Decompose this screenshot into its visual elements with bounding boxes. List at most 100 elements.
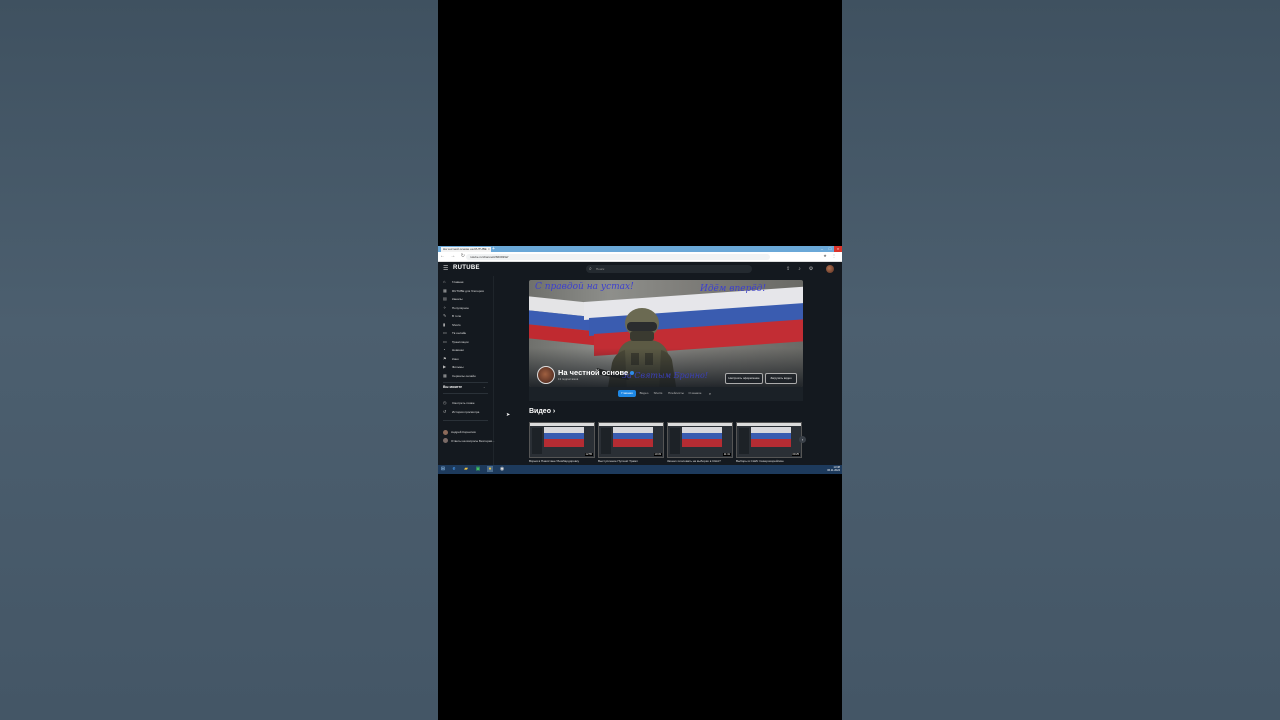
history-icon: ↺ (443, 408, 447, 414)
tab-playlists[interactable]: Плейлисты (667, 390, 685, 397)
sidebar-divider (443, 393, 488, 394)
site-header: ☰ RUTUBE ⌕ Поиск ⇪ ♪ ⚙ (438, 262, 842, 276)
next-arrow-icon[interactable]: › (799, 436, 806, 443)
series-icon: ▦ (443, 372, 447, 378)
mouse-cursor-icon: ➤ (506, 412, 511, 418)
banner-text-bottom: За Святым Бранно! (622, 371, 708, 380)
banner-text-left: С правдой на устах! (535, 282, 634, 292)
tab-videos[interactable]: Видео (638, 390, 650, 397)
nav-buttons[interactable]: ← → ↻ (440, 253, 467, 259)
chrome-icon[interactable]: ● (487, 466, 493, 472)
rutube-logo[interactable]: RUTUBE (453, 265, 480, 271)
sidebar-item-shorts[interactable]: ▮ Shorts (443, 321, 461, 328)
tab-home[interactable]: Главная (618, 390, 636, 397)
videos-heading-text: Видео (529, 408, 551, 415)
search-input[interactable]: ⌕ Поиск (586, 265, 752, 273)
tab-about[interactable]: О канале (687, 390, 703, 397)
folder-icon[interactable]: ▰ (463, 466, 469, 472)
avatar (443, 438, 448, 444)
tab-title: На честной основе на RUTUBE (443, 247, 487, 251)
video-title[interactable]: Выступление Путина! Трамп (598, 459, 664, 463)
sidebar-item-tv[interactable]: ▭ Тв онлайн (443, 329, 466, 336)
video-thumbnail[interactable]: 11:41 (667, 422, 733, 458)
sidebar-item-label: RUTUBE для блогеров (452, 288, 484, 293)
shorts-icon: ▮ (443, 321, 446, 327)
sidebar-item-label: Shorts (452, 322, 461, 327)
chevron-down-icon[interactable]: ⌄ (483, 385, 486, 389)
left-backdrop (0, 0, 438, 720)
channel-avatar[interactable] (537, 366, 555, 384)
sidebar-item-popular[interactable]: ✧ Популярное (443, 304, 469, 311)
stream-icon: ▭ (443, 338, 447, 344)
header-actions: ⇪ ♪ ⚙ (786, 266, 813, 272)
notifications-icon[interactable]: ♪ (798, 266, 801, 272)
sidebar-item-bloggers[interactable]: ▦ RUTUBE для блогеров (443, 287, 484, 294)
sidebar-item-films[interactable]: ▶ Фильмы (443, 363, 464, 370)
verified-icon (630, 371, 635, 376)
sidebar-item-label: Трансляции (452, 339, 469, 344)
subscription-item[interactable]: Ответы на вопросы Бехтерев... (443, 438, 495, 445)
sidebar-item-label: Популярное (452, 305, 469, 310)
video-thumbnail[interactable]: 09:25 (736, 422, 802, 458)
sidebar-item-label: Тв онлайн (452, 331, 467, 335)
sidebar-item-streams[interactable]: ▭ Трансляции (443, 338, 469, 345)
system-tray[interactable]: 13:38 06.11.2024 (827, 466, 840, 472)
video-duration: 11:41 (722, 453, 731, 456)
apps-icon[interactable]: ⚙ (809, 266, 813, 272)
channel-tabs: Главная Видео Shorts Плейлисты О канале … (529, 387, 803, 401)
home-icon: ⌂ (443, 279, 446, 284)
sidebar-item-cinema[interactable]: ⚑ Кино (443, 355, 459, 362)
menu-icon[interactable]: ☰ (443, 265, 448, 272)
extensions-icon[interactable]: ★ ⋮ (823, 253, 838, 258)
channels-icon: ▤ (443, 296, 447, 301)
sidebar-item-label: Фильмы (452, 365, 464, 369)
app-icon[interactable]: ◉ (499, 466, 505, 472)
sidebar-item-label: Смотреть позже (452, 401, 475, 405)
play-icon: ▶ (443, 364, 447, 369)
upload-icon[interactable]: ⇪ (786, 266, 790, 272)
clock-icon: ◔ (443, 347, 446, 352)
sidebar-item-history[interactable]: ↺ История просмотра (443, 408, 479, 415)
video-thumbnail[interactable]: 10:33 (598, 422, 664, 458)
right-backdrop (842, 0, 1280, 720)
sidebar-item-label: Сериалы онлайн (452, 373, 476, 378)
start-icon[interactable]: ⊞ (440, 466, 446, 472)
user-avatar[interactable] (826, 265, 834, 273)
sidebar-item-channels[interactable]: ▤ Каналы (443, 295, 463, 302)
url-field[interactable]: rutube.ru/channel/26609392/ (466, 253, 770, 260)
video-title[interactable]: Взрыв в Пакистане! Бомбардировку (529, 459, 595, 463)
video-frame: На честной основе на RUTUBE × + – □ × ← … (438, 0, 842, 720)
search-icon: ⌕ (589, 266, 592, 272)
sidebar: ⌂ Главная ▦ RUTUBE для блогеров ▤ Каналы ✧ П… (438, 276, 495, 465)
video-duration: 12:55 (584, 453, 593, 456)
video-thumbnail[interactable]: 12:55 (529, 422, 595, 458)
subscription-item[interactable]: Андрей Корнилов (443, 429, 476, 436)
video-title[interactable]: Зачем голосовать на выборах в США? (667, 459, 733, 463)
sidebar-item-label: Главная (452, 280, 464, 284)
video-card[interactable]: 11:41 Зачем голосовать на выборах в США? (667, 422, 733, 463)
sidebar-item-top[interactable]: ✎ В топе (443, 312, 461, 319)
channel-name-text: На честной основе (558, 368, 629, 377)
customize-button[interactable]: Настроить оформление (725, 373, 763, 384)
sidebar-item-series[interactable]: ▦ Сериалы онлайн (443, 372, 476, 379)
sidebar-item-home[interactable]: ⌂ Главная (443, 278, 463, 285)
store-icon[interactable]: ▣ (475, 466, 481, 472)
video-duration: 09:25 (791, 453, 800, 456)
flag-icon: ⚑ (443, 355, 447, 361)
search-icon[interactable]: ⌕ (706, 390, 714, 397)
watch-later-icon: ◷ (443, 400, 447, 405)
sidebar-divider (443, 420, 488, 421)
video-card[interactable]: 09:25 Выборы в США! Северокорейские (736, 422, 802, 463)
subscription-label: Ответы на вопросы Бехтерев... (451, 438, 495, 443)
video-title[interactable]: Выборы в США! Северокорейские (736, 459, 802, 463)
upload-video-button[interactable]: Загрузить видео (765, 373, 797, 384)
video-card[interactable]: 10:33 Выступление Путина! Трамп (598, 422, 664, 463)
tab-shorts[interactable]: Shorts (652, 390, 664, 397)
sidebar-item-watch-later[interactable]: ◷ Смотреть позже (443, 399, 475, 406)
sidebar-item-new[interactable]: ◔ Новинки (443, 346, 464, 353)
video-card[interactable]: 12:55 Взрыв в Пакистане! Бомбардировку (529, 422, 595, 463)
channel-subscribers: 13 подписчиков (558, 377, 579, 381)
ie-icon[interactable]: e (451, 466, 457, 472)
search-placeholder: Поиск (596, 267, 605, 271)
videos-heading[interactable]: Видео › (529, 408, 555, 415)
